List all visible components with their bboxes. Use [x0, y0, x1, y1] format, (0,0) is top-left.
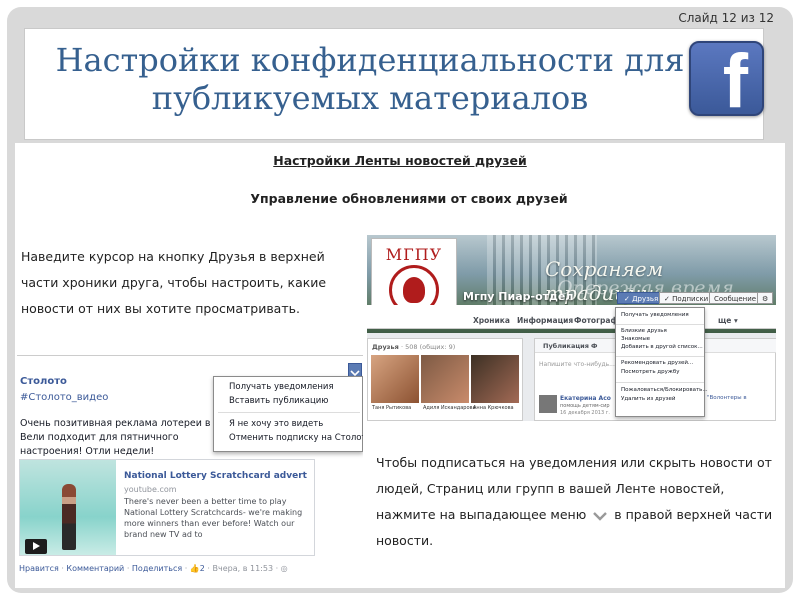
post-hashtag[interactable]: #Столото_видео	[20, 392, 108, 403]
facebook-logo-icon: f	[689, 41, 764, 120]
post-screenshot: Столото #Столото_видео Очень позитивная …	[17, 355, 363, 581]
profile-tabs: Хроника Информация Фотограф ще ▾	[367, 305, 776, 329]
menu-item-close-friends[interactable]: Близкие друзья	[621, 328, 667, 334]
post-options-menu: Получать уведомления Вставить публикацию…	[213, 376, 363, 452]
chevron-down-icon	[593, 511, 608, 521]
friends-dropdown-menu: Получать уведомления Близкие друзья Знак…	[615, 307, 708, 417]
post-time[interactable]: Вчера, в 11:53	[213, 564, 274, 573]
video-domain: youtube.com	[124, 485, 177, 494]
post-input[interactable]: Напишите что-нибудь...	[539, 361, 615, 368]
menu-item-acquaintances[interactable]: Знакомые	[621, 336, 650, 342]
page-name[interactable]: Мгпу Пиар-отдел	[463, 290, 573, 303]
play-icon[interactable]	[25, 539, 47, 554]
menu-divider	[616, 356, 704, 357]
post-body: Очень позитивная реклама лотереи в Вели …	[20, 418, 211, 457]
subtitle-news-feed-settings: Настройки Ленты новостей друзей	[273, 153, 527, 168]
slide-title: Настройки конфиденциальности для публику…	[55, 41, 685, 117]
video-attachment[interactable]: National Lottery Scratchcard advert yout…	[19, 459, 315, 556]
tab-photos[interactable]: Фотограф	[574, 316, 618, 325]
friends-panel: Друзья · 508 (общих: 9) Таня Рытикова Ад…	[367, 338, 523, 421]
friends-heading: Друзья · 508 (общих: 9)	[372, 343, 456, 351]
avatar[interactable]	[539, 395, 557, 413]
post-author[interactable]: Екатерина Асо	[560, 395, 611, 402]
slide-counter: Слайд 12 из 12	[678, 11, 774, 25]
friend-photo[interactable]	[371, 355, 419, 403]
tab-photo[interactable]: Ф	[591, 342, 597, 350]
menu-divider	[218, 412, 360, 413]
thumbs-up-icon: 👍	[189, 564, 200, 573]
friend-name[interactable]: Таня Рытикова	[372, 405, 411, 411]
divider	[17, 355, 363, 356]
menu-item-add-to-list[interactable]: Добавить в другой список...	[621, 344, 703, 350]
post-date[interactable]: 16 декабря 2013 г.	[560, 410, 610, 416]
avatar-title: МГПУ	[385, 245, 443, 264]
globe-icon: ◎	[280, 564, 288, 573]
menu-item-hide-post[interactable]: Я не хочу это видеть	[229, 419, 323, 429]
menu-item-unfriend[interactable]: Удалить из друзей	[621, 396, 676, 402]
video-figure	[62, 484, 76, 550]
post-page-name[interactable]: Столото	[20, 376, 67, 387]
friend-photo[interactable]	[421, 355, 469, 403]
facebook-logo-letter: f	[722, 39, 748, 124]
subscriptions-button[interactable]: ✓ Подписки	[659, 292, 714, 304]
video-title[interactable]: National Lottery Scratchcard advert	[124, 471, 307, 481]
tab-info[interactable]: Информация	[517, 316, 573, 325]
tab-more[interactable]: ще ▾	[718, 316, 738, 325]
message-button[interactable]: Сообщение	[709, 292, 762, 304]
friend-name[interactable]: Анна Крючкова	[473, 405, 514, 411]
menu-divider	[616, 382, 704, 383]
paragraph-friends-button: Наведите курсор на кнопку Друзья в верхн…	[21, 249, 327, 316]
gear-icon[interactable]: ⚙ ▾	[757, 292, 773, 315]
tab-timeline[interactable]: Хроника	[473, 316, 510, 325]
title-band: Настройки конфиденциальности для публику…	[24, 28, 764, 140]
menu-item-report-block[interactable]: Пожаловаться/Блокировать...	[621, 387, 708, 393]
friend-photo[interactable]	[471, 355, 519, 403]
chevron-down-icon[interactable]	[348, 363, 362, 377]
menu-item-embed-post[interactable]: Вставить публикацию	[229, 396, 328, 406]
menu-item-suggest-friends[interactable]: Рекомендовать друзей...	[621, 360, 693, 366]
friend-name[interactable]: Адиля Искандарова	[423, 405, 476, 411]
like-link[interactable]: Нравится	[19, 564, 59, 573]
post-actions: Нравится · Комментарий · Поделиться · 👍2…	[19, 564, 288, 573]
likes-count[interactable]: 2	[200, 564, 205, 573]
menu-item-unfollow[interactable]: Отменить подписку на Столото	[229, 433, 363, 443]
menu-divider	[616, 324, 704, 325]
video-thumbnail[interactable]	[20, 460, 116, 555]
paragraph-dropdown-menu: Чтобы подписаться на уведомления или скр…	[376, 450, 776, 554]
profile-screenshot: Сохраняем традиции. Опережая время МГПУ …	[367, 235, 776, 421]
tab-publication[interactable]: Публикация	[543, 342, 589, 350]
subtitle-manage-updates: Управление обновлениями от своих друзей	[250, 191, 568, 206]
comment-link[interactable]: Комментарий	[66, 564, 124, 573]
menu-item-get-notifications[interactable]: Получать уведомления	[229, 382, 334, 392]
video-description: There's never been a better time to play…	[124, 497, 303, 539]
menu-item-see-friendship[interactable]: Посмотреть дружбу	[621, 369, 679, 375]
share-link[interactable]: Поделиться	[132, 564, 182, 573]
post-group-link[interactable]: "Волонтеры в	[707, 395, 747, 401]
menu-item-get-notifications[interactable]: Получать уведомления	[621, 312, 689, 318]
post-snippet: помощь детям-сир	[560, 403, 610, 409]
